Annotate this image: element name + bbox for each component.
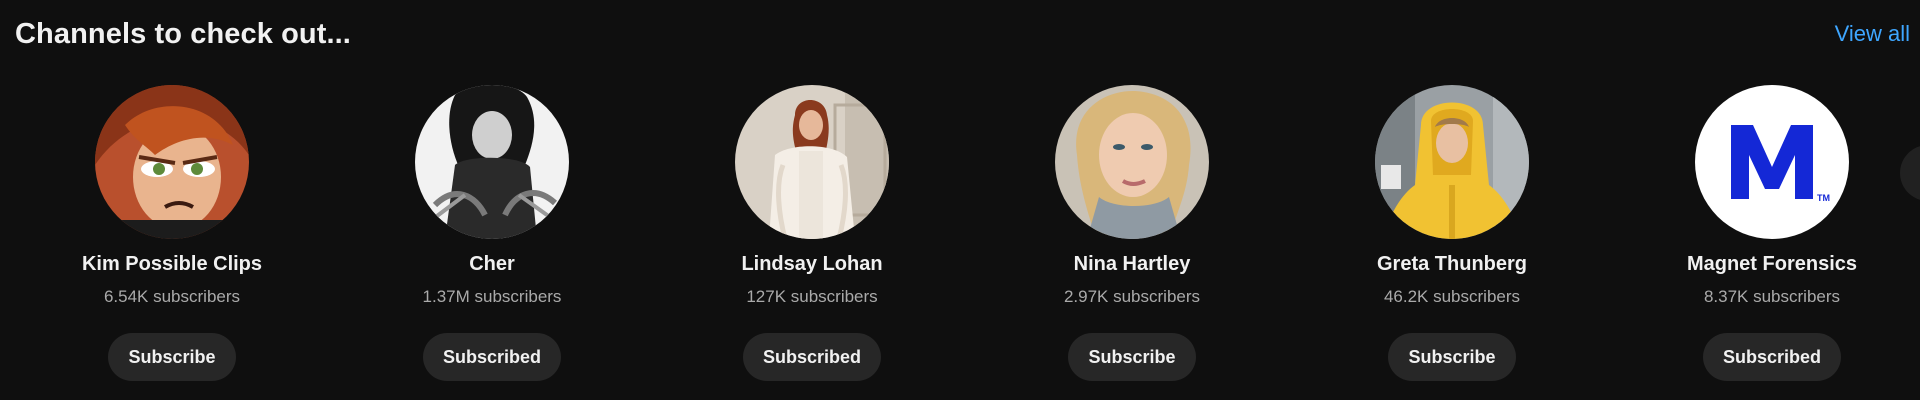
view-all-link[interactable]: View all (1835, 18, 1910, 50)
subscribe-button[interactable]: Subscribe (1068, 333, 1196, 381)
channel-avatar[interactable] (1375, 85, 1529, 239)
channel-avatar[interactable] (95, 85, 249, 239)
channel-avatar[interactable] (415, 85, 569, 239)
subscribe-button[interactable]: Subscribe (1388, 333, 1516, 381)
shelf-title: Channels to check out... (15, 18, 351, 50)
channel-avatar[interactable]: TM (1695, 85, 1849, 239)
cartoon-redhead-avatar (95, 85, 249, 239)
channel-name[interactable]: Magnet Forensics (1687, 251, 1857, 277)
photo-white-coat-avatar (735, 85, 889, 239)
channel-avatar[interactable] (735, 85, 889, 239)
channel-name[interactable]: Cher (469, 251, 515, 277)
channels-shelf: Channels to check out... View all Kim Po… (0, 0, 1920, 400)
subscribed-button[interactable]: Subscribed (1702, 333, 1842, 381)
trademark-mark: TM (1817, 193, 1830, 203)
subscribed-button[interactable]: Subscribed (742, 333, 882, 381)
channel-name[interactable]: Lindsay Lohan (741, 251, 882, 277)
channel-card: Nina Hartley 2.97K subscribers Subscribe (982, 85, 1282, 381)
channel-name[interactable]: Greta Thunberg (1377, 251, 1527, 277)
black-white-photo-avatar (415, 85, 569, 239)
subscriber-count: 46.2K subscribers (1383, 287, 1521, 306)
channel-card: Lindsay Lohan 127K subscribers Subscribe… (662, 85, 962, 381)
subscribe-button[interactable]: Subscribe (108, 333, 236, 381)
photo-yellow-raincoat-avatar (1375, 85, 1529, 239)
subscriber-count: 8.37K subscribers (1703, 287, 1841, 306)
subscriber-count: 1.37M subscribers (422, 287, 562, 306)
channel-card: Cher 1.37M subscribers Subscribed (342, 85, 642, 381)
channel-card: Kim Possible Clips 6.54K subscribers Sub… (22, 85, 322, 381)
channel-name[interactable]: Kim Possible Clips (82, 251, 262, 277)
photo-blonde-avatar (1055, 85, 1209, 239)
channel-name[interactable]: Nina Hartley (1074, 251, 1191, 277)
subscriber-count: 6.54K subscribers (103, 287, 241, 306)
channel-list: Kim Possible Clips 6.54K subscribers Sub… (0, 85, 1920, 385)
channel-avatar[interactable] (1055, 85, 1209, 239)
channel-card: Greta Thunberg 46.2K subscribers Subscri… (1302, 85, 1602, 381)
subscriber-count: 2.97K subscribers (1063, 287, 1201, 306)
magnet-m-logo: TM (1695, 85, 1849, 239)
subscriber-count: 127K subscribers (746, 287, 878, 306)
channel-card: TM Magnet Forensics 8.37K subscribers Su… (1622, 85, 1920, 381)
subscribed-button[interactable]: Subscribed (422, 333, 562, 381)
